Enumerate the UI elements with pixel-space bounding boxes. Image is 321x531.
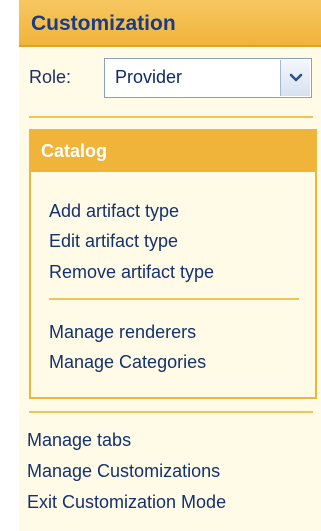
divider	[29, 411, 313, 413]
remove-artifact-type-link[interactable]: Remove artifact type	[49, 262, 214, 283]
role-select[interactable]: Provider	[104, 58, 312, 98]
divider	[29, 116, 313, 118]
customization-panel: Customization Role: Provider Catalog Add…	[19, 0, 321, 531]
role-selected-value: Provider	[115, 67, 183, 87]
role-dropdown-button[interactable]	[280, 60, 310, 96]
manage-customizations-link[interactable]: Manage Customizations	[27, 461, 220, 482]
panel-header: Customization	[19, 0, 321, 47]
catalog-header: Catalog	[31, 131, 315, 172]
panel-title: Customization	[31, 12, 176, 35]
add-artifact-type-link[interactable]: Add artifact type	[49, 201, 179, 222]
edit-artifact-type-link[interactable]: Edit artifact type	[49, 231, 178, 252]
role-label: Role:	[29, 67, 72, 87]
exit-customization-mode-link[interactable]: Exit Customization Mode	[27, 492, 226, 513]
catalog-divider	[49, 298, 299, 300]
catalog-title: Catalog	[41, 141, 108, 161]
chevron-down-icon	[289, 73, 303, 82]
manage-tabs-link[interactable]: Manage tabs	[27, 430, 131, 451]
manage-renderers-link[interactable]: Manage renderers	[49, 322, 196, 343]
catalog-section: Catalog Add artifact type Edit artifact …	[29, 129, 317, 399]
manage-categories-link[interactable]: Manage Categories	[49, 352, 206, 373]
